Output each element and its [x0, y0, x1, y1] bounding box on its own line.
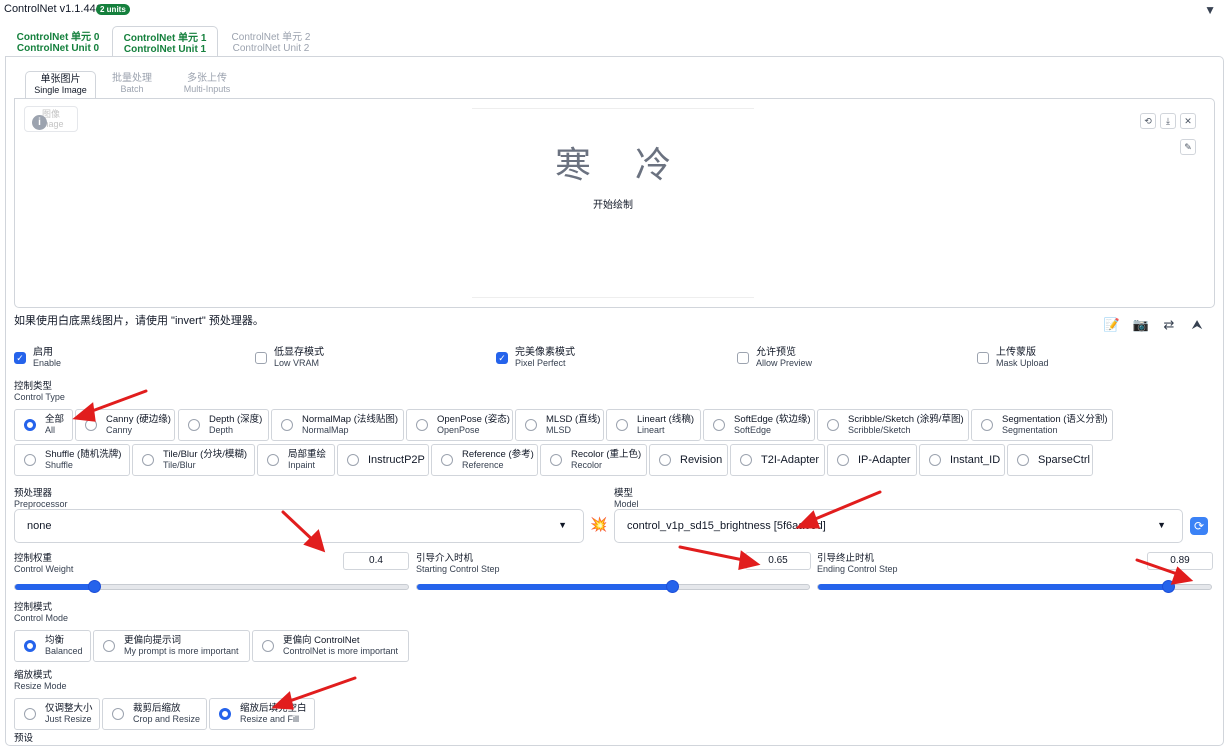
tab-label: 单张图片 — [40, 74, 81, 85]
arrowhead — [738, 550, 761, 570]
tab-unit-1[interactable]: ControlNet 单元 1 ControlNet Unit 1 — [112, 26, 218, 56]
arrowhead — [271, 691, 294, 710]
tab-sublabel: Single Image — [34, 85, 87, 95]
tab-sublabel: ControlNet Unit 1 — [123, 44, 207, 55]
arrow-starting-step — [678, 545, 750, 563]
arrowhead — [795, 510, 821, 529]
tab-label: ControlNet 单元 1 — [123, 33, 207, 44]
tab-single-image[interactable]: 单张图片 Single Image — [25, 71, 96, 98]
arrowhead — [72, 402, 96, 422]
arrowhead — [1170, 566, 1194, 585]
arrow-model — [806, 490, 882, 524]
arrow-resize-mode — [282, 676, 357, 705]
annotation-arrows — [72, 389, 1194, 710]
